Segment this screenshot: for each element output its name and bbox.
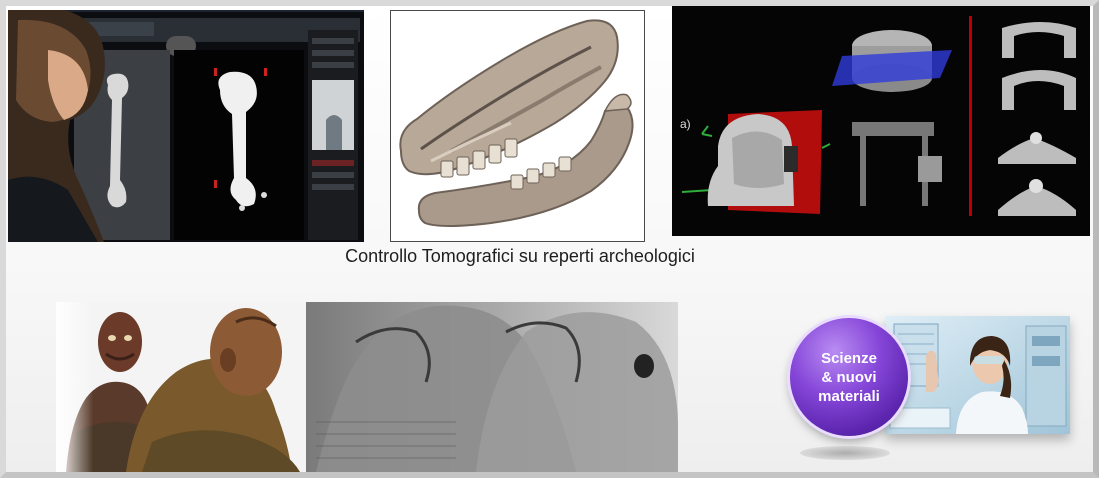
caption: Controllo Tomografici su reperti archeol… <box>345 246 695 266</box>
mask-label: a) <box>680 117 691 131</box>
badge-line-1: Scienze <box>821 349 877 367</box>
animal-skull-ct-render <box>390 10 645 242</box>
sarcophagus-mask-ct-slices: a) <box>672 6 1090 236</box>
statue-xray-composite <box>56 302 678 472</box>
badge-shadow <box>800 446 890 460</box>
ct-workstation-photo <box>8 10 364 242</box>
science-materials-badge: Scienze & nuovi materiali <box>790 318 908 436</box>
scientist-photo <box>886 316 1070 434</box>
badge-line-3: materiali <box>818 387 880 405</box>
badge-line-2: & nuovi <box>821 368 877 386</box>
